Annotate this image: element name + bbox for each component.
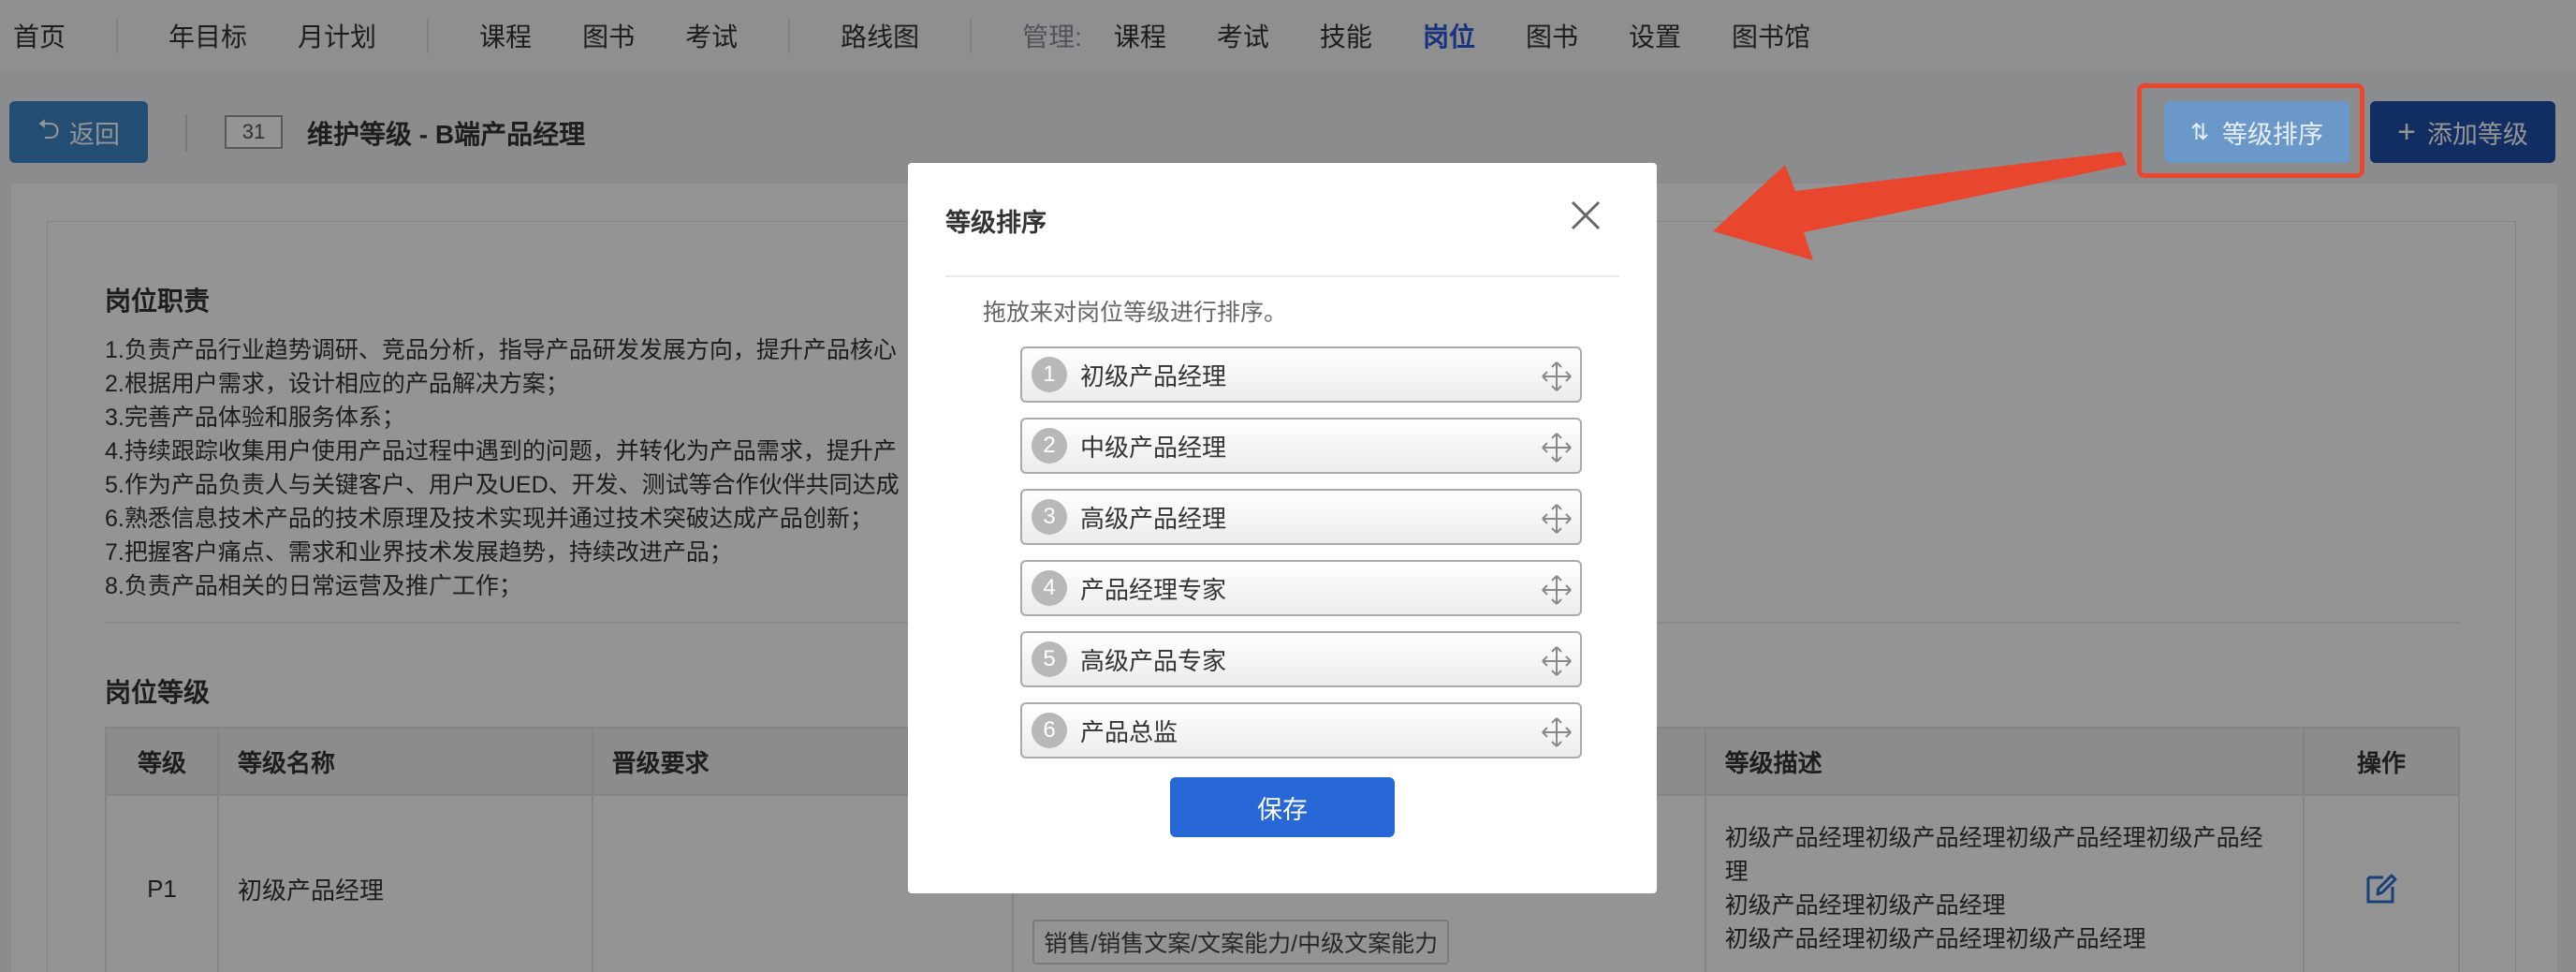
sortable-level-item[interactable]: 1 初级产品经理 <box>1020 346 1582 403</box>
drag-move-icon[interactable] <box>1541 645 1573 677</box>
drag-move-icon[interactable] <box>1541 574 1573 606</box>
sortable-level-item[interactable]: 6 产品总监 <box>1020 702 1582 758</box>
modal-hint: 拖放来对岗位等级进行排序。 <box>983 300 1288 326</box>
sortable-level-item[interactable]: 5 高级产品专家 <box>1020 631 1582 687</box>
level-order-name: 初级产品经理 <box>1080 361 1227 390</box>
close-icon[interactable] <box>1563 193 1608 238</box>
level-order-name: 产品总监 <box>1080 717 1178 746</box>
level-order-number: 1 <box>1032 357 1067 392</box>
sortable-level-item[interactable]: 4 产品经理专家 <box>1020 560 1582 616</box>
level-order-number: 2 <box>1032 428 1067 464</box>
save-button[interactable]: 保存 <box>1170 777 1395 837</box>
level-order-number: 3 <box>1032 499 1067 535</box>
sortable-level-item[interactable]: 3 高级产品经理 <box>1020 489 1582 545</box>
level-order-number: 5 <box>1032 641 1067 677</box>
drag-move-icon[interactable] <box>1541 503 1573 535</box>
level-order-number: 6 <box>1032 713 1067 748</box>
level-order-name: 产品经理专家 <box>1080 575 1227 604</box>
level-order-number: 4 <box>1032 570 1067 606</box>
drag-move-icon[interactable] <box>1541 432 1573 464</box>
level-order-name: 高级产品专家 <box>1080 646 1227 675</box>
drag-move-icon[interactable] <box>1541 361 1573 392</box>
level-order-name: 中级产品经理 <box>1080 433 1227 462</box>
sortable-level-list: 1 初级产品经理 2 中级产品经理 3 高级产品经理 4 产品经理专家 5 高级… <box>1020 346 1582 773</box>
sortable-level-item[interactable]: 2 中级产品经理 <box>1020 418 1582 474</box>
sort-levels-modal: 等级排序 拖放来对岗位等级进行排序。 1 初级产品经理 2 中级产品经理 3 高… <box>908 163 1657 893</box>
modal-title: 等级排序 <box>945 209 1046 237</box>
drag-move-icon[interactable] <box>1541 716 1573 748</box>
page: 首页 年目标 月计划 课程 图书 考试 路线图 管理: 课程 考试 技能 岗位 … <box>0 0 2576 972</box>
modal-divider <box>945 275 1619 277</box>
level-order-name: 高级产品经理 <box>1080 504 1227 533</box>
